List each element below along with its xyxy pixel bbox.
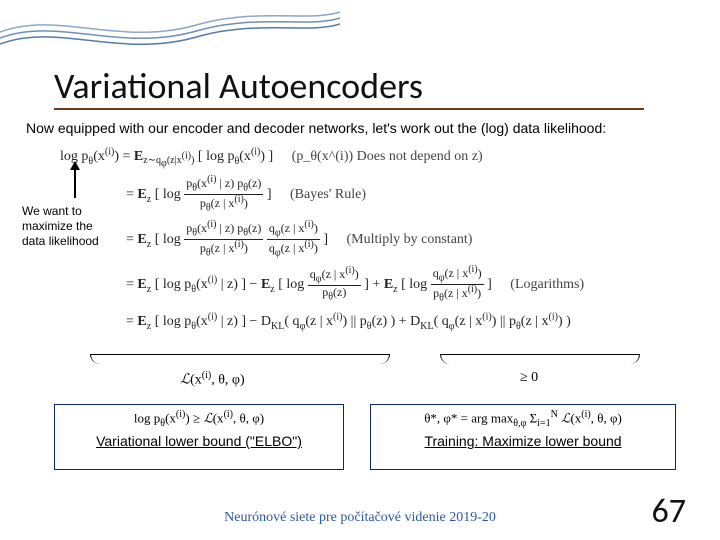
annot-1: (p_θ(x^(i)) Does not depend on z) bbox=[292, 149, 483, 164]
page-number: 67 bbox=[652, 491, 686, 532]
training-box: θ*, φ* = arg maxθ,φ Σi=1N ℒ(x(i), θ, φ) … bbox=[370, 404, 676, 470]
title-underline bbox=[54, 108, 644, 110]
geq-zero: ≥ 0 bbox=[520, 370, 538, 386]
elbo-box: log pθ(x(i)) ≥ ℒ(x(i), θ, φ) Variational… bbox=[54, 404, 344, 470]
elbo-box-caption: Variational lower bound ("ELBO") bbox=[63, 433, 335, 449]
training-box-math: θ*, φ* = arg maxθ,φ Σi=1N ℒ(x(i), θ, φ) bbox=[379, 409, 667, 429]
slide-title: Variational Autoencoders bbox=[54, 64, 423, 108]
derivation-line-3: = Ez [ log pθ(x(i) | z) pθ(z)pθ(z | x(i)… bbox=[126, 220, 700, 259]
footer-text: Neurónové siete pre počítačové videnie 2… bbox=[0, 510, 720, 526]
derivation-line-2: = Ez [ log pθ(x(i) | z) pθ(z)pθ(z | x(i)… bbox=[126, 175, 700, 214]
elbo-box-math: log pθ(x(i)) ≥ ℒ(x(i), θ, φ) bbox=[63, 409, 335, 429]
elbo-label: ℒ(x(i), θ, φ) bbox=[180, 370, 245, 389]
annot-3: (Multiply by constant) bbox=[346, 232, 472, 247]
intro-text: Now equipped with our encoder and decode… bbox=[26, 120, 696, 136]
training-box-caption: Training: Maximize lower bound bbox=[379, 433, 667, 449]
annot-4: (Logarithms) bbox=[510, 277, 584, 292]
annot-2: (Bayes' Rule) bbox=[290, 187, 366, 202]
brace-kl bbox=[440, 354, 640, 364]
decorative-wave bbox=[0, 0, 340, 60]
derivation-line-4: = Ez [ log pθ(x(i) | z) ] − Ez [ log qφ(… bbox=[126, 265, 700, 304]
derivation-line-5: = Ez [ log pθ(x(i) | z) ] − DKL( qφ(z | … bbox=[126, 312, 700, 332]
derivation-line-1: log pθ(x(i)) = Ez∼qφ(z|x(i)) [ log pθ(x(… bbox=[60, 146, 700, 169]
derivation-block: log pθ(x(i)) = Ez∼qφ(z|x(i)) [ log pθ(x(… bbox=[60, 146, 700, 336]
brace-elbo bbox=[90, 354, 390, 364]
